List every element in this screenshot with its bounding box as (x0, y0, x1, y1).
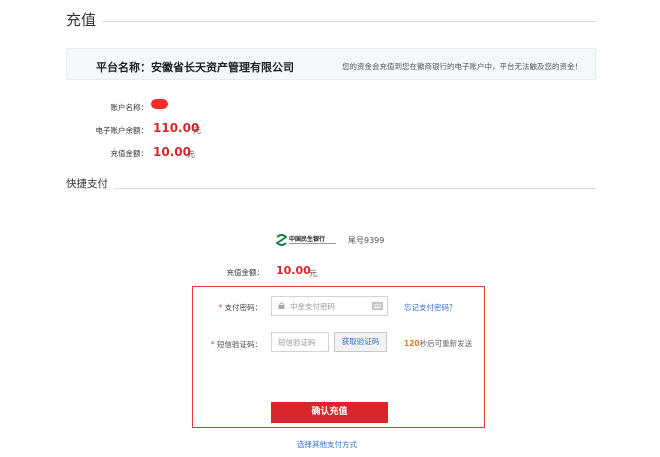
countdown-text: 秒后可重新发送 (419, 339, 473, 348)
quick-amount-label: 充值金额： (226, 268, 265, 277)
minsheng-bank-logo-icon: 中国民生银行 (276, 234, 336, 246)
account-name-redacted (151, 99, 168, 109)
quick-pay-title: 快捷支付 (66, 178, 108, 190)
confirm-recharge-button[interactable]: 确认充值 (271, 402, 388, 423)
recharge-unit: 元 (187, 150, 195, 159)
required-mark: * (210, 340, 215, 349)
other-payment-link[interactable]: 选择其他支付方式 (297, 439, 357, 450)
forgot-password-link[interactable]: 忘记支付密码？ (404, 302, 457, 313)
title-divider (102, 21, 596, 22)
countdown-seconds: 120 (404, 339, 420, 348)
page-title: 充值 (66, 11, 97, 29)
platform-note: 您的资金会充值到您在徽商银行的电子账户中，平台无法触及您的资金！ (342, 62, 582, 71)
quick-amount-unit: 元 (309, 269, 317, 278)
required-mark: * (218, 303, 223, 312)
recharge-label: 充值金额： (110, 149, 149, 158)
resend-countdown: 120秒后可重新发送 (404, 338, 472, 349)
balance-label: 电子账户余额： (95, 126, 149, 135)
lock-icon (278, 302, 285, 309)
pay-password-label: * 支付密码： (192, 302, 262, 313)
platform-name: 平台名称：安徽省长天资产管理有限公司 (96, 61, 294, 74)
account-name-label: 账户名称： (110, 103, 149, 112)
sms-code-input[interactable]: 短信验证码 (271, 332, 329, 352)
card-tail-number: 尾号9399 (348, 236, 385, 245)
quick-pay-divider (114, 188, 596, 189)
sms-code-label-text: 短信验证码： (217, 340, 262, 349)
balance-unit: 元 (193, 126, 201, 135)
pay-password-label-text: 支付密码： (224, 303, 263, 312)
sms-code-placeholder: 短信验证码 (278, 338, 316, 347)
pay-password-placeholder: 中金支付密码 (290, 302, 335, 311)
bank-name-text: 中国民生银行 (289, 235, 325, 243)
keyboard-icon[interactable] (372, 302, 383, 310)
get-code-button[interactable]: 获取验证码 (334, 332, 387, 352)
sms-code-label: * 短信验证码： (192, 339, 262, 350)
quick-amount-value: 10.00 (276, 264, 311, 277)
recharge-value: 10.00 (153, 145, 191, 159)
pay-password-input[interactable]: 中金支付密码 (271, 296, 388, 316)
